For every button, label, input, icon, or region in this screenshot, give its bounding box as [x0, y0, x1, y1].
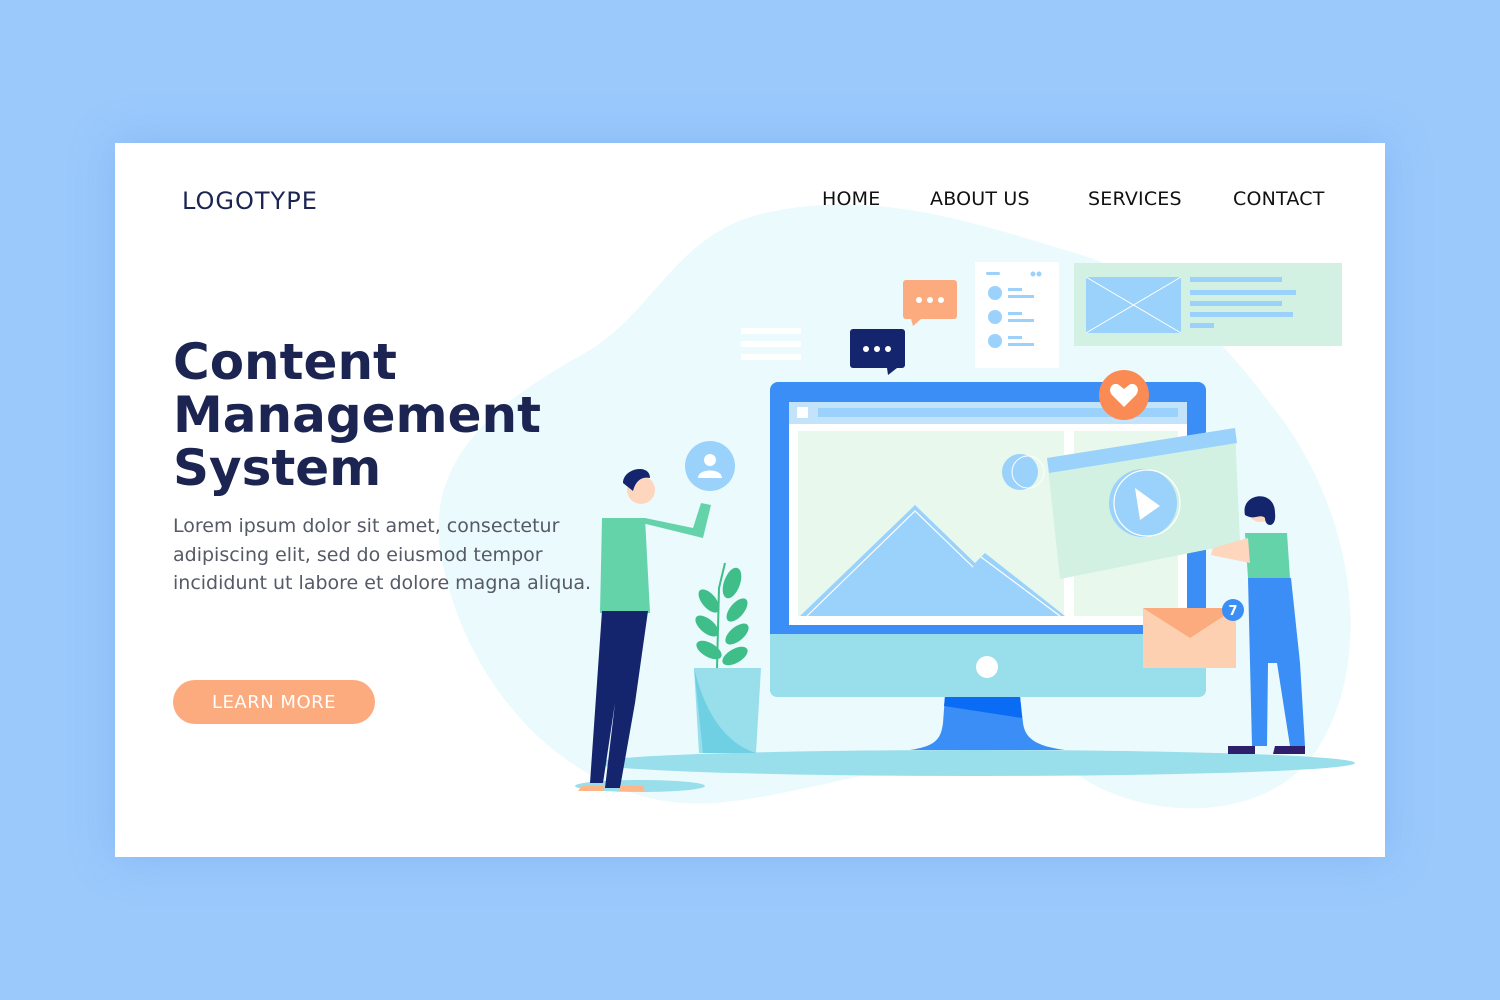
heart-icon [1099, 370, 1149, 420]
nav-about-us[interactable]: ABOUT US [930, 188, 1030, 210]
hero-title: Content Management System [173, 336, 541, 495]
landing-page-card: 7 LOGOTYPE HOME ABOUT US SERVICES CONTAC… [115, 143, 1385, 857]
mail-badge-count: 7 [1228, 604, 1237, 619]
main-nav: HOME ABOUT US SERVICES CONTACT [115, 188, 1385, 218]
nav-home[interactable]: HOME [822, 188, 880, 210]
hero-title-line: Management [173, 386, 542, 444]
nav-contact[interactable]: CONTACT [1233, 188, 1325, 210]
article-card [1074, 263, 1342, 346]
hero-title-line: Content [173, 333, 397, 391]
contact-list-card [975, 262, 1059, 368]
monitor-power-button [976, 656, 998, 678]
hero-illustration: 7 [438, 204, 1355, 809]
menu-lines-icon [741, 328, 801, 360]
learn-more-button[interactable]: LEARN MORE [173, 680, 375, 724]
sun-icon [1002, 454, 1045, 490]
envelope-icon: 7 [1143, 599, 1244, 668]
nav-services[interactable]: SERVICES [1088, 188, 1182, 210]
hero-description: Lorem ipsum dolor sit amet, consectetur … [173, 515, 592, 594]
hero-title-line: System [173, 439, 382, 497]
